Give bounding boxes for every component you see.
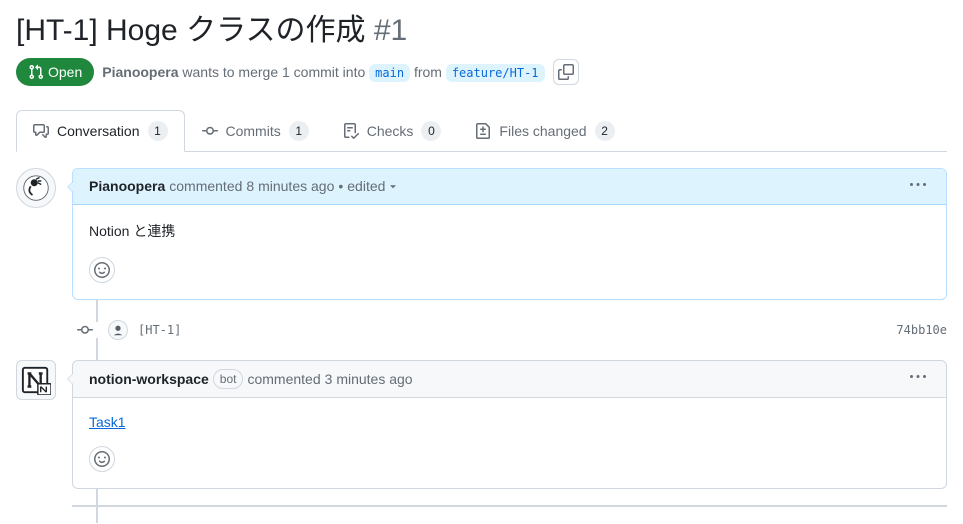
file-diff-icon <box>475 123 491 139</box>
tabnav: Conversation 1 Commits 1 Checks 0 Files … <box>16 110 947 152</box>
discussion-timeline: Pianoopera commented 8 minutes ago • edi… <box>16 168 947 507</box>
base-branch[interactable]: main <box>369 64 410 82</box>
commit-sha[interactable]: 74bb10e <box>896 323 947 337</box>
tab-count: 0 <box>421 121 441 141</box>
copy-icon <box>558 64 574 80</box>
git-commit-icon <box>202 123 218 139</box>
checklist-icon <box>343 123 359 139</box>
tab-count: 1 <box>289 121 309 141</box>
edited-indicator[interactable]: edited <box>347 178 399 194</box>
user-avatar-icon <box>111 323 125 337</box>
timeline-end-divider <box>72 505 947 507</box>
triangle-down-icon <box>387 180 399 192</box>
avatar[interactable] <box>16 360 56 400</box>
bot-label: bot <box>213 369 244 389</box>
notion-icon <box>21 365 51 395</box>
user-avatar-icon <box>22 174 50 202</box>
state-badge: Open <box>16 58 94 86</box>
tab-count: 2 <box>595 121 615 141</box>
comment-box: Pianoopera commented 8 minutes ago • edi… <box>72 168 947 300</box>
pr-meta: Open Pianoopera wants to merge 1 commit … <box>16 58 947 86</box>
comment-author[interactable]: Pianoopera <box>89 178 165 194</box>
comment-time[interactable]: 3 minutes ago <box>325 371 413 387</box>
reaction-bar <box>73 446 946 488</box>
tab-label: Commits <box>226 123 281 139</box>
comment-body: Task1 <box>73 398 946 446</box>
pr-header: [HT-1] Hoge クラスの作成 #1 Open Pianoopera wa… <box>16 12 947 94</box>
timeline-comment: Pianoopera commented 8 minutes ago • edi… <box>16 168 947 300</box>
git-pull-request-icon <box>28 64 44 80</box>
pr-author[interactable]: Pianoopera <box>102 64 178 80</box>
tab-label: Files changed <box>499 123 586 139</box>
smiley-icon <box>94 451 110 467</box>
avatar[interactable] <box>16 168 56 208</box>
comment-author[interactable]: notion-workspace <box>89 371 209 387</box>
timeline-comment: notion-workspace bot commented 3 minutes… <box>16 360 947 489</box>
add-reaction-button[interactable] <box>89 257 115 283</box>
tab-conversation[interactable]: Conversation 1 <box>16 110 185 152</box>
tab-commits[interactable]: Commits 1 <box>185 110 326 151</box>
comment-action: commented <box>247 371 320 387</box>
smiley-icon <box>94 262 110 278</box>
add-reaction-button[interactable] <box>89 446 115 472</box>
comment-discussion-icon <box>33 123 49 139</box>
timeline-commit: [HT-1] 74bb10e <box>16 316 947 344</box>
notion-task-link[interactable]: Task1 <box>89 414 126 430</box>
comment-header: Pianoopera commented 8 minutes ago • edi… <box>73 169 946 205</box>
comment-header: notion-workspace bot commented 3 minutes… <box>73 361 946 398</box>
comment-menu-button[interactable] <box>906 177 930 196</box>
kebab-icon <box>910 177 926 193</box>
comment-time[interactable]: 8 minutes ago <box>246 178 334 194</box>
kebab-icon <box>910 369 926 385</box>
comment-body: Notion と連携 <box>73 205 946 257</box>
pr-number: #1 <box>374 14 407 47</box>
commit-message[interactable]: [HT-1] <box>138 323 181 337</box>
pr-byline: Pianoopera wants to merge 1 commit into … <box>102 64 544 80</box>
comment-action: commented <box>169 178 242 194</box>
git-commit-icon <box>77 322 93 338</box>
copy-branch-button[interactable] <box>553 59 579 85</box>
pr-title: [HT-1] Hoge クラスの作成 #1 <box>16 12 947 50</box>
reaction-bar <box>73 257 946 299</box>
commit-avatar[interactable] <box>108 320 128 340</box>
state-label: Open <box>48 64 82 80</box>
comment-menu-button[interactable] <box>906 369 930 388</box>
pr-title-text: [HT-1] Hoge クラスの作成 <box>16 14 365 47</box>
tab-count: 1 <box>148 121 168 141</box>
separator-dot: • <box>338 178 343 194</box>
tab-label: Checks <box>367 123 414 139</box>
comment-box: notion-workspace bot commented 3 minutes… <box>72 360 947 489</box>
tab-files[interactable]: Files changed 2 <box>458 110 631 151</box>
head-branch[interactable]: feature/HT-1 <box>446 64 545 82</box>
tab-label: Conversation <box>57 123 140 139</box>
tab-checks[interactable]: Checks 0 <box>326 110 459 151</box>
